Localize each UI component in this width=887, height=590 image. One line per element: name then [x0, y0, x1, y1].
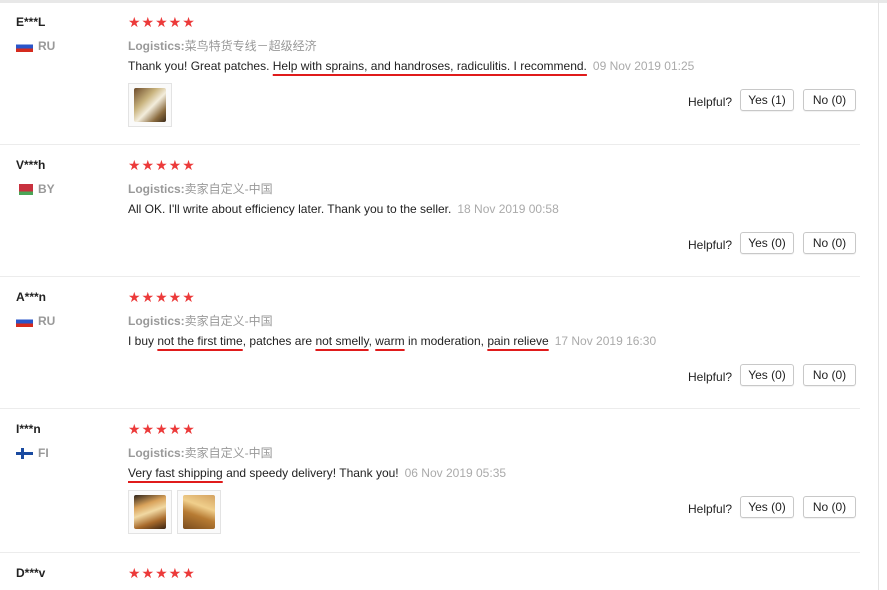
logistics-label: Logistics:	[128, 446, 185, 460]
star-rating: ★★★★★	[128, 290, 196, 306]
belarus-flag-icon	[16, 183, 33, 195]
country-code: RU	[38, 39, 56, 53]
product-photo	[183, 495, 215, 529]
finland-flag-icon	[16, 447, 33, 459]
review-date: 06 Nov 2019 05:35	[404, 466, 507, 480]
helpful-label: Helpful?	[688, 370, 733, 384]
reviewer-name: D***v	[16, 566, 46, 580]
review-date: 17 Nov 2019 16:30	[554, 334, 657, 348]
logistics-value: 菜鸟特货专线－超级经济	[184, 39, 317, 53]
review-text-part: and speedy delivery! Thank you!	[222, 466, 399, 480]
review-text-highlight: not the first time	[157, 334, 243, 348]
helpful-yes-button[interactable]: Yes (0)	[740, 496, 794, 518]
russia-flag-icon	[16, 40, 33, 52]
divider	[0, 276, 860, 277]
review-date: 09 Nov 2019 01:25	[592, 59, 695, 73]
logistics-info: Logistics:卖家自定义-中国	[128, 312, 273, 329]
helpful-no-button[interactable]: No (0)	[803, 89, 856, 111]
logistics-label: Logistics:	[128, 314, 185, 328]
logistics-value: 卖家自定义-中国	[184, 182, 273, 196]
review-date: 18 Nov 2019 00:58	[457, 202, 559, 216]
helpful-yes-button[interactable]: Yes (0)	[740, 364, 794, 386]
logistics-label: Logistics:	[128, 39, 185, 53]
review-text-highlight: not smelly	[315, 334, 369, 348]
country-code: FI	[38, 446, 49, 460]
helpful-no-button[interactable]: No (0)	[803, 496, 856, 518]
divider	[0, 552, 860, 553]
logistics-value: 卖家自定义-中国	[184, 314, 273, 328]
reviewer-name: V***h	[16, 158, 46, 172]
review-photo[interactable]	[177, 490, 221, 534]
helpful-label: Helpful?	[688, 502, 733, 516]
reviewer-country: RU	[16, 39, 55, 53]
russia-flag-icon	[16, 315, 33, 327]
review-text-part: in moderation,	[404, 334, 488, 348]
top-border	[0, 0, 887, 3]
review-text-part: Thank you! Great patches.	[128, 59, 273, 73]
reviewer-country: RU	[16, 314, 55, 328]
review-text: Very fast shipping and speedy delivery! …	[128, 466, 506, 480]
star-rating: ★★★★★	[128, 566, 196, 582]
country-code: BY	[38, 182, 55, 196]
review-text: All OK. I'll write about efficiency late…	[128, 202, 559, 216]
review-text-part: I buy	[128, 334, 158, 348]
star-rating: ★★★★★	[128, 15, 196, 31]
review-text-part: , patches are	[242, 334, 316, 348]
review-text-highlight: pain relieve	[487, 334, 549, 348]
review-text-part: All OK. I'll write about efficiency late…	[128, 202, 452, 216]
review-text-highlight: Help with sprains, and handroses, radicu…	[272, 59, 587, 73]
reviewer-name: E***L	[16, 15, 46, 29]
review-text: Thank you! Great patches. Help with spra…	[128, 59, 694, 73]
helpful-yes-button[interactable]: Yes (0)	[740, 232, 794, 254]
reviewer-country: FI	[16, 446, 49, 460]
logistics-info: Logistics:卖家自定义-中国	[128, 180, 273, 197]
helpful-no-button[interactable]: No (0)	[803, 232, 856, 254]
review-text-highlight: warm	[375, 334, 405, 348]
helpful-label: Helpful?	[688, 95, 733, 109]
reviewer-country: BY	[16, 182, 55, 196]
review-text: I buy not the first time, patches are no…	[128, 334, 656, 348]
scroll-edge	[878, 0, 879, 590]
logistics-info: Logistics:菜鸟特货专线－超级经济	[128, 37, 317, 54]
helpful-label: Helpful?	[688, 238, 733, 252]
helpful-no-button[interactable]: No (0)	[803, 364, 856, 386]
review-photo[interactable]	[128, 490, 172, 534]
divider	[0, 408, 860, 409]
helpful-yes-button[interactable]: Yes (1)	[740, 89, 794, 111]
product-photo	[134, 88, 166, 122]
star-rating: ★★★★★	[128, 158, 196, 174]
star-rating: ★★★★★	[128, 422, 196, 438]
reviewer-name: A***n	[16, 290, 47, 304]
reviewer-name: I***n	[16, 422, 41, 436]
product-photo	[134, 495, 166, 529]
country-code: RU	[38, 314, 56, 328]
logistics-label: Logistics:	[128, 182, 185, 196]
divider	[0, 144, 860, 145]
review-text-highlight: Very fast shipping	[128, 466, 223, 480]
logistics-info: Logistics:卖家自定义-中国	[128, 444, 273, 461]
logistics-value: 卖家自定义-中国	[184, 446, 273, 460]
review-photo[interactable]	[128, 83, 172, 127]
